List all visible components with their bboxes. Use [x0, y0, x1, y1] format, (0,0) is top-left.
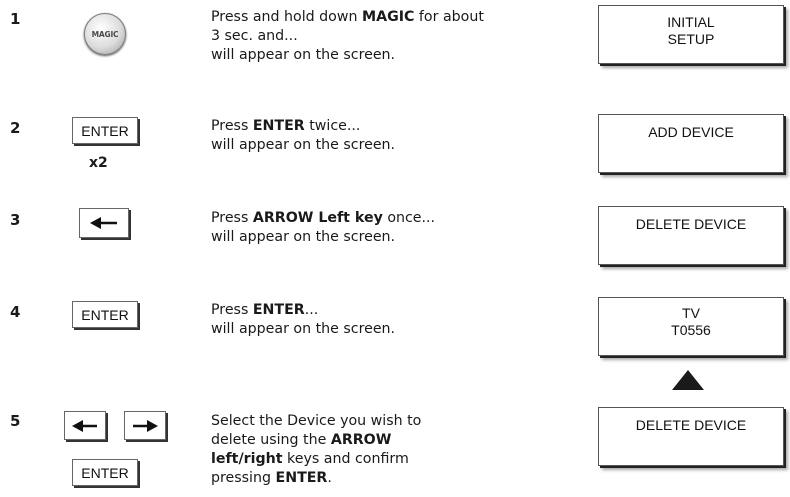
step-number-5: 5 — [10, 412, 21, 430]
step-2-text-line2: will appear on the screen. — [211, 137, 396, 153]
step-5-instruction: Select the Device you wish to delete usi… — [211, 412, 421, 488]
screen-5-line-1: DELETE DEVICE — [635, 417, 747, 433]
enter-key-button[interactable]: ENTER — [72, 459, 138, 486]
step-3-text-pre: Press — [211, 210, 253, 226]
step-3-text-post: once... — [382, 210, 436, 226]
screen-display-1: INITIAL SETUP — [598, 5, 784, 64]
step-2-text-pre: Press — [211, 118, 253, 134]
enter-key-label: ENTER — [81, 306, 129, 323]
step-4-text-line2: will appear on the screen. — [211, 321, 396, 337]
step-number-2: 2 — [10, 119, 21, 137]
screen-1-line-2: SETUP — [667, 31, 715, 47]
step-1-text-post: for about — [414, 9, 484, 25]
step-5-text-line4-pre: pressing — [211, 470, 276, 486]
arrow-right-icon — [133, 419, 158, 432]
enter-key-button[interactable]: ENTER — [72, 301, 138, 328]
step-4-instruction: Press ENTER... will appear on the screen… — [211, 301, 395, 339]
screen-3-line-1: DELETE DEVICE — [635, 216, 747, 232]
step-1-text-bold: MAGIC — [361, 9, 415, 25]
step-5-text-line4-bold: ENTER — [275, 470, 328, 486]
step-number-3: 3 — [10, 211, 21, 229]
screen-4-line-2: T0556 — [671, 322, 711, 338]
screen-2-line-1: ADD DEVICE — [648, 124, 734, 140]
triangle-up-icon — [672, 370, 704, 390]
step-number-4: 4 — [10, 303, 21, 321]
step-number-1: 1 — [10, 10, 21, 28]
step-4-text-post: ... — [304, 302, 319, 318]
magic-button-icon[interactable]: MAGIC — [84, 13, 126, 55]
step-1-instruction: Press and hold down MAGIC for about 3 se… — [211, 8, 484, 65]
step-4-text-bold: ENTER — [252, 302, 305, 318]
step-1-text-line2: 3 sec. and... — [211, 28, 298, 44]
magic-button-label: MAGIC — [91, 29, 119, 39]
arrow-right-key-button[interactable] — [124, 411, 166, 440]
enter-key-button[interactable]: ENTER — [72, 117, 138, 144]
enter-key-label: ENTER — [81, 464, 129, 481]
step-2-text-post: twice... — [304, 118, 361, 134]
step-3-text-line2: will appear on the screen. — [211, 229, 396, 245]
step-5-text-line3-bold: left/right — [211, 451, 283, 467]
screen-display-3: DELETE DEVICE — [598, 206, 784, 265]
arrow-left-key-button[interactable] — [64, 411, 106, 440]
step-2-text-bold: ENTER — [252, 118, 305, 134]
step-4-text-pre: Press — [211, 302, 253, 318]
step-1-text-pre: Press and hold down — [211, 9, 362, 25]
arrow-left-icon — [72, 419, 97, 432]
screen-display-2: ADD DEVICE — [598, 114, 784, 173]
screen-4-line-1: TV — [682, 305, 700, 321]
step-3-text-bold: ARROW Left key — [252, 210, 383, 226]
arrow-left-icon — [90, 217, 117, 229]
step-3-instruction: Press ARROW Left key once... will appear… — [211, 209, 435, 247]
step-5-text-line3-post: keys and confirm — [282, 451, 409, 467]
arrow-left-key-button[interactable] — [79, 208, 129, 238]
step-2-instruction: Press ENTER twice... will appear on the … — [211, 117, 395, 155]
step-5-text-line4-post: . — [327, 470, 332, 486]
screen-1-line-1: INITIAL — [667, 14, 715, 30]
enter-key-label: ENTER — [81, 122, 129, 139]
step-5-text-line2-pre: delete using the — [211, 432, 331, 448]
step-5-text-line2-bold: ARROW — [330, 432, 392, 448]
press-count-label: x2 — [89, 155, 108, 171]
step-5-text-line1: Select the Device you wish to — [211, 413, 422, 429]
step-1-text-line3: will appear on the screen. — [211, 47, 396, 63]
screen-display-5: DELETE DEVICE — [598, 407, 784, 466]
screen-display-4: TV T0556 — [598, 297, 784, 356]
